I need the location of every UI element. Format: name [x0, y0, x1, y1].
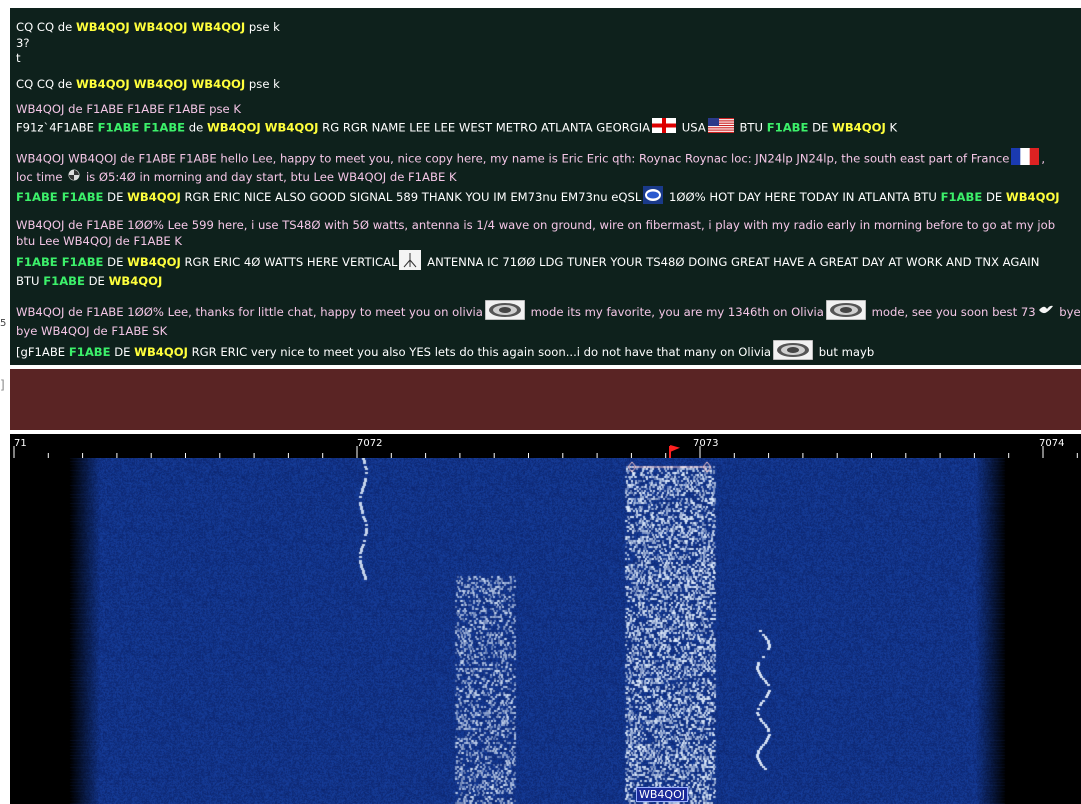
rx-text: WB4QOJ de F1ABE 1ØØ% Lee 599 here, i use… — [16, 218, 1056, 233]
rx-text: loc time — [16, 169, 67, 184]
rx-line: bye WB4QOJ de F1ABE SK — [16, 324, 1075, 340]
rx-text: DE — [84, 274, 109, 289]
rx-text: WB4QOJ de F1ABE 1ØØ% Lee, thanks for lit… — [16, 304, 483, 319]
rx-line: 3? — [16, 36, 1075, 52]
rx-text: bye — [1055, 304, 1081, 319]
callsign-highlight-green: F1ABE — [940, 189, 983, 204]
rx-text: 1ØØ% HOT DAY HERE TODAY IN ATLANTA BTU — [665, 189, 941, 204]
rx-text: BTU — [735, 120, 767, 135]
rx-text: RGR ERIC 4Ø WATTS HERE VERTICAL — [180, 254, 398, 269]
rx-text: is Ø5:4Ø in morning and day start, btu L… — [82, 169, 457, 184]
rx-line: WB4QOJ de F1ABE 1ØØ% Lee, thanks for lit… — [16, 299, 1081, 325]
olivia-logo-icon — [825, 299, 867, 325]
frequency-marker[interactable] — [669, 445, 680, 458]
callsign-highlight: WB4QOJ — [108, 274, 163, 289]
rx-text: mode, see you soon best 73 — [867, 304, 1036, 319]
callsign-highlight: WB4QOJ — [127, 254, 181, 269]
callsign-highlight: WB4QOJ — [127, 189, 181, 204]
receive-text-pane[interactable]: CQ CQ de WB4QOJ WB4QOJ WB4QOJ pse k 3? t C… — [10, 8, 1081, 365]
waterfall-spectrogram[interactable] — [10, 458, 1081, 804]
frequency-scale[interactable]: 71 7072 7073 7074 — [10, 434, 1081, 458]
callsign-highlight-green: F1ABE — [766, 120, 809, 135]
callsign-highlight-green: F1ABE F1ABE — [16, 189, 104, 204]
callsign-highlight-green: F1ABE — [43, 274, 85, 289]
rx-text: [gF1ABE — [16, 344, 69, 359]
rx-text: DE — [110, 344, 135, 359]
rx-line: [gF1ABE F1ABE DE WB4QOJ RGR ERIC very ni… — [16, 339, 1075, 365]
rx-text: WB4QOJ WB4QOJ de F1ABE F1ABE hello Lee, … — [16, 150, 1010, 165]
signal-callsign-tag: WB4QOJ — [636, 787, 688, 802]
rx-text: RGR ERIC NICE ALSO GOOD SIGNAL 589 THANK… — [180, 189, 642, 204]
callsign-highlight: WB4QOJ — [1005, 189, 1060, 204]
rx-text: K — [885, 120, 898, 135]
rx-text: but mayb — [815, 344, 875, 359]
rx-line: loc time is Ø5:4Ø in morning and day sta… — [16, 169, 1075, 186]
rx-text: pse k — [245, 76, 280, 91]
rx-text: F91z`4F1ABE — [16, 120, 98, 135]
callsign-highlight: WB4QOJ — [832, 120, 886, 135]
rx-text: BTU — [16, 274, 44, 289]
antenna-icon — [399, 249, 422, 275]
rx-text: DE — [103, 189, 128, 204]
olivia-logo-icon — [772, 339, 814, 365]
left-edge-fragment: ] — [0, 378, 5, 392]
transmit-text-pane[interactable] — [10, 369, 1081, 430]
rx-line: F91z`4F1ABE F1ABE F1ABE de WB4QOJ WB4QOJ… — [16, 117, 1075, 138]
scale-label: 7072 — [357, 438, 382, 449]
scale-label: 7073 — [693, 438, 718, 449]
rx-text: RG RGR NAME LEE LEE WEST METRO ATLANTA G… — [318, 120, 651, 135]
rx-text: DE — [808, 120, 833, 135]
waterfall-display[interactable]: 71 7072 7073 7074 — [10, 434, 1081, 804]
rx-line: CQ CQ de WB4QOJ WB4QOJ WB4QOJ pse k — [16, 77, 1075, 93]
scale-label: 7074 — [1039, 438, 1064, 449]
rx-line: t — [16, 51, 1075, 67]
rx-text: btu Lee WB4QOJ de F1ABE K — [16, 233, 183, 248]
scale-label: 71 — [14, 438, 27, 449]
usa-flag-icon — [707, 117, 734, 138]
rx-text: ANTENNA IC 71ØØ LDG TUNER YOUR TS48Ø DOI… — [423, 254, 1040, 269]
callsign-highlight-green: F1ABE F1ABE — [16, 254, 104, 269]
callsign-highlight: WB4QOJ WB4QOJ WB4QOJ — [76, 20, 246, 34]
georgia-flag-icon — [652, 117, 677, 138]
clock-icon — [68, 169, 80, 186]
rx-text: RGR ERIC very nice to meet you also YES … — [187, 344, 772, 359]
rx-text: de — [185, 120, 207, 135]
dove-icon — [1038, 304, 1054, 321]
rx-text: bye WB4QOJ de F1ABE SK — [16, 324, 168, 339]
callsign-highlight: WB4QOJ — [134, 344, 188, 359]
rx-line: btu Lee WB4QOJ de F1ABE K — [16, 234, 1075, 250]
rx-line: F1ABE F1ABE DE WB4QOJ RGR ERIC 4Ø WATTS … — [16, 249, 1075, 275]
eqsl-logo-icon — [643, 185, 664, 209]
rx-text: CQ CQ de — [16, 76, 76, 91]
rx-text: DE — [103, 254, 128, 269]
rx-text: 3? — [16, 35, 30, 50]
rx-line: F1ABE F1ABE DE WB4QOJ RGR ERIC NICE ALSO… — [16, 185, 1075, 209]
rx-line: BTU F1ABE DE WB4QOJ — [16, 274, 1075, 290]
callsign-highlight: WB4QOJ WB4QOJ WB4QOJ — [76, 76, 246, 91]
rx-text: mode its my favorite, you are my 1346th … — [526, 304, 824, 319]
rx-line: WB4QOJ de F1ABE F1ABE F1ABE pse K — [16, 102, 1075, 118]
rx-line: CQ CQ de WB4QOJ WB4QOJ WB4QOJ pse k — [16, 20, 1075, 36]
left-edge-fragment: 5 — [0, 318, 7, 329]
olivia-logo-icon — [484, 299, 526, 325]
callsign-highlight-green: F1ABE — [68, 344, 111, 359]
france-flag-icon — [1011, 147, 1040, 170]
rx-text: t — [16, 51, 21, 66]
callsign-highlight-green: F1ABE F1ABE — [97, 120, 186, 135]
rx-line: WB4QOJ WB4QOJ de F1ABE F1ABE hello Lee, … — [16, 147, 1075, 170]
rx-text: WB4QOJ de F1ABE F1ABE F1ABE pse K — [16, 102, 241, 117]
callsign-highlight: WB4QOJ WB4QOJ — [206, 120, 319, 135]
rx-text: , — [1041, 150, 1046, 165]
rx-text: pse k — [245, 20, 280, 34]
rx-text: CQ CQ de — [16, 20, 76, 34]
rx-text: DE — [982, 189, 1006, 204]
rx-text: USA — [678, 120, 706, 135]
rx-line: WB4QOJ de F1ABE 1ØØ% Lee 599 here, i use… — [16, 218, 1075, 234]
